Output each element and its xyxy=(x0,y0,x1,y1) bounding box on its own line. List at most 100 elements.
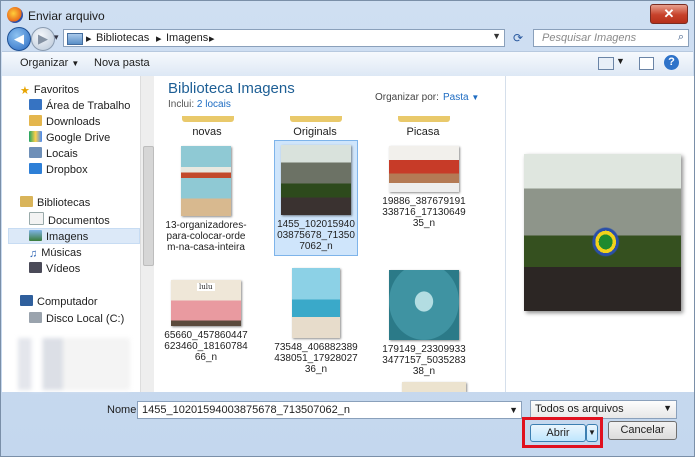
folder-icon xyxy=(67,33,83,45)
chevron-down-icon: ▼ xyxy=(471,93,480,102)
folder-icon xyxy=(290,116,342,122)
file-thumbnail xyxy=(181,146,231,216)
file-thumbnail xyxy=(402,382,466,392)
file-thumbnail xyxy=(281,145,351,215)
cancel-button[interactable]: Cancelar xyxy=(608,421,677,440)
file-item[interactable]: 13-organizadores-para-colocar-ordem-na-c… xyxy=(164,144,248,260)
address-bar[interactable]: ▸ Bibliotecas ▸ Imagens ▸ ▼ xyxy=(63,29,505,47)
file-name-label: Nome: xyxy=(107,404,140,416)
file-item[interactable]: 73548_406882389438051_1792802736_n xyxy=(274,264,358,380)
sidebar-scrollbar[interactable] xyxy=(140,76,155,392)
sidebar-item-imagens[interactable]: Imagens xyxy=(8,228,140,244)
sidebar-item-label: Computador xyxy=(37,296,98,308)
refresh-icon[interactable]: ⟳ xyxy=(508,29,528,47)
chevron-down-icon[interactable]: ▼ xyxy=(509,403,518,417)
sidebar-item-downloads[interactable]: Downloads xyxy=(29,114,100,130)
open-button-highlight: Abrir ▼ xyxy=(522,417,603,448)
content-area: ★ Favoritos Área de Trabalho Downloads Go… xyxy=(2,76,694,392)
breadcrumb-separator-icon[interactable]: ▸ xyxy=(86,32,92,45)
folder-picasa[interactable]: Picasa xyxy=(378,126,468,138)
sidebar-item-label: Imagens xyxy=(46,231,89,243)
sidebar-item-bibliotecas[interactable]: Bibliotecas xyxy=(20,195,90,211)
chevron-down-icon: ▼ xyxy=(71,59,80,68)
recent-pages-icon[interactable]: ▾ xyxy=(54,32,59,43)
breadcrumb-bibliotecas[interactable]: Bibliotecas xyxy=(96,32,149,44)
breadcrumb-imagens[interactable]: Imagens xyxy=(166,32,208,44)
chevron-down-icon: ▼ xyxy=(663,403,672,413)
file-name: 1455_10201594003875678_713507062_n xyxy=(277,219,355,252)
includes-label: Inclui: xyxy=(168,99,195,110)
file-list-pane: Biblioteca Imagens Inclui: 2 locais Orga… xyxy=(154,76,656,392)
breadcrumb-separator-icon[interactable]: ▸ xyxy=(156,32,162,45)
file-item-selected[interactable]: 1455_10201594003875678_713507062_n xyxy=(274,140,358,256)
file-name-value: 1455_10201594003875678_713507062_n xyxy=(142,404,351,416)
breadcrumb-separator-icon[interactable]: ▸ xyxy=(209,32,215,45)
sidebar-item-label: Dropbox xyxy=(46,164,88,176)
organize-button[interactable]: Organizar ▼ xyxy=(20,57,79,69)
arrange-by-dropdown[interactable]: Pasta ▼ xyxy=(443,92,479,103)
folder-novas[interactable]: novas xyxy=(162,126,252,138)
back-arrow-icon[interactable]: ◀ xyxy=(7,27,31,51)
file-name: 65660_457860447623460_1816078466_n xyxy=(164,330,248,363)
file-item[interactable]: 179149_233099333477157_503528338_n xyxy=(382,264,466,380)
file-thumbnail: lulu xyxy=(171,280,241,326)
library-title: Biblioteca Imagens xyxy=(168,80,295,97)
sidebar-item-disco-local[interactable]: Disco Local (C:) xyxy=(29,311,124,327)
view-mode-icon[interactable] xyxy=(598,57,614,70)
file-item[interactable]: lulu 65660_457860447623460_1816078466_n xyxy=(164,264,248,380)
file-name-input[interactable]: 1455_10201594003875678_713507062_n ▼ xyxy=(137,401,522,419)
open-options-chevron-icon[interactable]: ▼ xyxy=(586,424,598,442)
computer-icon xyxy=(20,295,33,306)
chevron-down-icon[interactable]: ▼ xyxy=(616,56,625,66)
star-icon: ★ xyxy=(20,85,30,97)
navigation-pane: ★ Favoritos Área de Trabalho Downloads Go… xyxy=(2,76,140,392)
sidebar-item-google-drive[interactable]: Google Drive xyxy=(29,130,110,146)
file-grid: novas Originals Picasa 13-organizadores-… xyxy=(154,116,489,392)
file-thumbnail xyxy=(389,146,459,192)
open-button[interactable]: Abrir xyxy=(530,424,586,442)
forward-arrow-icon[interactable]: ▶ xyxy=(31,27,55,51)
includes-link[interactable]: 2 locais xyxy=(197,99,231,110)
sidebar-item-label: Locais xyxy=(46,148,78,160)
scrollbar-thumb[interactable] xyxy=(143,146,154,266)
documents-icon xyxy=(29,212,44,225)
sidebar-item-videos[interactable]: Vídeos xyxy=(29,261,80,277)
libraries-icon xyxy=(20,196,33,207)
pictures-icon xyxy=(29,230,42,241)
folder-originals[interactable]: Originals xyxy=(270,126,360,138)
sidebar-item-musicas[interactable]: ♫ Músicas xyxy=(29,245,82,261)
sidebar-item-locais[interactable]: Locais xyxy=(29,146,78,162)
preview-pane-icon[interactable] xyxy=(639,57,654,70)
search-icon[interactable]: ⌕ xyxy=(678,31,684,44)
window-title: Enviar arquivo xyxy=(28,9,105,23)
command-toolbar: Organizar ▼ Nova pasta ▼ ? xyxy=(2,51,693,77)
new-folder-button[interactable]: Nova pasta xyxy=(94,57,150,69)
search-placeholder: Pesquisar Imagens xyxy=(542,32,637,44)
sidebar-item-computador[interactable]: Computador xyxy=(20,294,98,310)
sidebar-item-dropbox[interactable]: Dropbox xyxy=(29,162,88,178)
sidebar-item-favoritos[interactable]: ★ Favoritos xyxy=(20,82,79,98)
sidebar-item-label: Bibliotecas xyxy=(37,197,91,209)
thumbnail-caption: lulu xyxy=(197,283,215,291)
organize-label: Organizar xyxy=(20,57,69,69)
sidebar-item-desktop[interactable]: Área de Trabalho xyxy=(29,98,130,114)
chevron-down-icon[interactable]: ▼ xyxy=(492,31,501,41)
firefox-icon xyxy=(7,7,23,23)
sidebar-item-label: Área de Trabalho xyxy=(46,100,131,112)
close-button[interactable]: ✕ xyxy=(650,4,688,24)
file-type-value: Todos os arquivos xyxy=(535,403,624,415)
downloads-folder-icon xyxy=(29,115,42,126)
file-item[interactable]: 19886_387679191338716_1713064935_n xyxy=(382,144,466,260)
blurred-region xyxy=(18,338,130,390)
help-icon[interactable]: ? xyxy=(664,55,679,70)
sidebar-item-label: Documentos xyxy=(48,215,110,227)
hard-disk-icon xyxy=(29,312,42,323)
sidebar-item-documentos[interactable]: Documentos xyxy=(29,212,110,228)
file-item[interactable] xyxy=(392,382,476,392)
search-input[interactable]: Pesquisar Imagens ⌕ xyxy=(533,29,689,47)
arrange-by-label: Organizar por: xyxy=(375,92,439,103)
file-thumbnail xyxy=(292,268,340,338)
file-name: 13-organizadores-para-colocar-ordem-na-c… xyxy=(165,220,247,253)
file-name: 73548_406882389438051_1792802736_n xyxy=(274,342,358,375)
videos-icon xyxy=(29,262,42,273)
